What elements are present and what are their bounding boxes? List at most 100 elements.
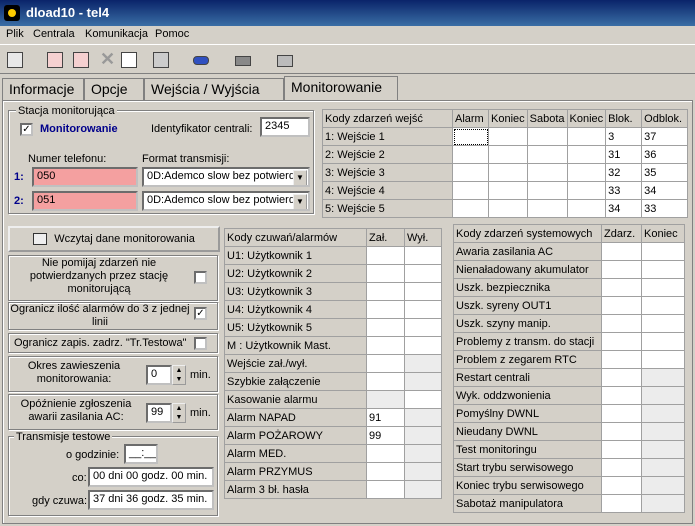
- table-cell[interactable]: [601, 422, 642, 441]
- table-cell[interactable]: 91: [366, 408, 405, 427]
- table-cell[interactable]: [366, 354, 405, 373]
- table-cell[interactable]: [526, 145, 568, 164]
- table-cell[interactable]: [601, 404, 642, 423]
- table-row[interactable]: U1: Użytkownik 1: [224, 246, 442, 265]
- table-row[interactable]: 3: Wejście 3 32 35: [322, 163, 688, 182]
- table-row[interactable]: U4: Użytkownik 4: [224, 300, 442, 319]
- table-cell[interactable]: [366, 462, 405, 481]
- table-cell[interactable]: [404, 300, 442, 319]
- menu-plik[interactable]: Plik: [6, 28, 24, 40]
- table-cell[interactable]: [601, 350, 642, 369]
- connect-icon[interactable]: [44, 49, 66, 71]
- table-row[interactable]: Pomyślny DWNL: [453, 404, 685, 423]
- table-cell[interactable]: [488, 199, 528, 218]
- format-select-2[interactable]: 0D:Ademco slow bez potwierd ▼: [142, 191, 310, 211]
- table-cell[interactable]: [366, 300, 405, 319]
- table-cell[interactable]: [452, 145, 489, 164]
- table-row[interactable]: Alarm POŻAROWY 99: [224, 426, 442, 445]
- table-cell[interactable]: [366, 318, 405, 337]
- table-row[interactable]: Sabotaż manipulatora: [453, 494, 685, 513]
- tab-wejscia-wyjscia[interactable]: Wejścia / Wyjścia: [144, 78, 284, 100]
- limit-alarms-checkbox[interactable]: ✓: [194, 307, 207, 320]
- suspend-input[interactable]: 0: [146, 365, 172, 385]
- table-cell[interactable]: [601, 476, 642, 495]
- table-row[interactable]: U3: Użytkownik 3: [224, 282, 442, 301]
- table-cell[interactable]: [641, 296, 685, 315]
- table-row[interactable]: Problemy z transm. do stacji: [453, 332, 685, 351]
- table-row[interactable]: Alarm NAPAD 91: [224, 408, 442, 427]
- table-cell[interactable]: 34: [641, 181, 688, 200]
- table-row[interactable]: Alarm MED.: [224, 444, 442, 463]
- table-row[interactable]: Nieudany DWNL: [453, 422, 685, 441]
- no-skip-checkbox[interactable]: [194, 271, 207, 284]
- table-row[interactable]: U5: Użytkownik 5: [224, 318, 442, 337]
- table-cell[interactable]: [566, 163, 607, 182]
- table-cell[interactable]: [641, 242, 685, 261]
- table-cell[interactable]: [366, 444, 405, 463]
- table-cell[interactable]: [404, 336, 442, 355]
- table-row[interactable]: Wejście zał./wył.: [224, 354, 442, 373]
- table-row[interactable]: Test monitoringu: [453, 440, 685, 459]
- table-row[interactable]: Awaria zasilania AC: [453, 242, 685, 261]
- table-cell[interactable]: [366, 336, 405, 355]
- table-row[interactable]: 4: Wejście 4 33 34: [322, 181, 688, 200]
- panel-id-input[interactable]: 2345: [260, 117, 310, 137]
- phone-input-1[interactable]: 050: [32, 167, 138, 187]
- table-cell[interactable]: [526, 199, 568, 218]
- table-cell[interactable]: [641, 350, 685, 369]
- table-cell[interactable]: [526, 163, 568, 182]
- table-cell[interactable]: [526, 181, 568, 200]
- table-row[interactable]: Alarm 3 bł. hasła: [224, 480, 442, 499]
- table-cell[interactable]: [366, 282, 405, 301]
- tab-opcje[interactable]: Opcje: [84, 78, 144, 100]
- tab-informacje[interactable]: Informacje: [2, 78, 84, 100]
- test-armed-input[interactable]: 37 dni 36 godz. 35 min.: [88, 490, 214, 510]
- table-cell[interactable]: [366, 264, 405, 283]
- table-row[interactable]: Nienaładowany akumulator: [453, 260, 685, 279]
- table-cell[interactable]: [488, 127, 528, 146]
- table-cell[interactable]: 31: [605, 145, 643, 164]
- table-row[interactable]: Uszk. szyny manip.: [453, 314, 685, 333]
- table-row[interactable]: 1: Wejście 1 3 37: [322, 127, 688, 146]
- menu-centrala[interactable]: Centrala: [33, 28, 75, 40]
- table-cell[interactable]: 99: [366, 426, 405, 445]
- table-cell[interactable]: [488, 163, 528, 182]
- table-cell[interactable]: [601, 440, 642, 459]
- table-cell[interactable]: [641, 314, 685, 333]
- table-cell[interactable]: [601, 242, 642, 261]
- table-cell[interactable]: [641, 332, 685, 351]
- table-cell[interactable]: [452, 181, 489, 200]
- ac-delay-stepper[interactable]: ▲ ▼: [172, 403, 186, 423]
- table-cell[interactable]: [366, 246, 405, 265]
- limit-test-checkbox[interactable]: [194, 337, 207, 350]
- table-row[interactable]: M : Użytkownik Mast.: [224, 336, 442, 355]
- table-row[interactable]: Kasowanie alarmu: [224, 390, 442, 409]
- table-cell[interactable]: [526, 127, 568, 146]
- table-cell[interactable]: [601, 260, 642, 279]
- phone-input-2[interactable]: 051: [32, 191, 138, 211]
- disconnect-icon[interactable]: [70, 49, 92, 71]
- printer-icon[interactable]: [274, 49, 296, 71]
- table-row[interactable]: Problem z zegarem RTC: [453, 350, 685, 369]
- table-cell[interactable]: 33: [641, 199, 688, 218]
- format-select-1[interactable]: 0D:Ademco slow bez potwierd ▼: [142, 167, 310, 187]
- table-cell[interactable]: 3: [605, 127, 643, 146]
- table-cell[interactable]: [452, 163, 489, 182]
- menu-komunikacja[interactable]: Komunikacja: [85, 28, 148, 40]
- load-monitoring-button[interactable]: Wczytaj dane monitorowania: [8, 226, 220, 252]
- table-cell[interactable]: [488, 181, 528, 200]
- table-cell[interactable]: [404, 282, 442, 301]
- table-cell[interactable]: [601, 296, 642, 315]
- chevron-down-icon[interactable]: ▼: [293, 194, 307, 209]
- table-row[interactable]: 5: Wejście 5 34 33: [322, 199, 688, 218]
- table-cell[interactable]: [601, 278, 642, 297]
- table-cell[interactable]: [601, 386, 642, 405]
- table-cell[interactable]: [404, 246, 442, 265]
- tab-monitorowanie[interactable]: Monitorowanie: [284, 76, 398, 100]
- table-cell[interactable]: [641, 260, 685, 279]
- chevron-down-icon[interactable]: ▼: [293, 170, 307, 185]
- table-cell[interactable]: 34: [605, 199, 643, 218]
- table-row[interactable]: Koniec trybu serwisowego: [453, 476, 685, 495]
- table-cell[interactable]: [566, 127, 607, 146]
- table-row[interactable]: Restart centrali: [453, 368, 685, 387]
